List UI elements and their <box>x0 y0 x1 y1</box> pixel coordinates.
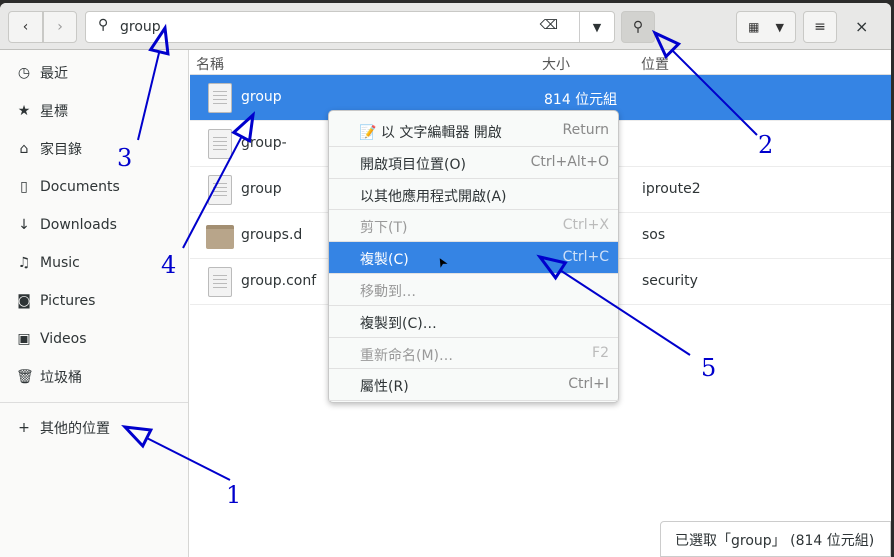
arrow-head <box>121 425 154 449</box>
annotation-arrow <box>137 51 161 141</box>
annotation-arrow <box>146 437 231 481</box>
annotation-2: 2 <box>758 131 773 159</box>
annotation-4: 4 <box>161 251 176 279</box>
annotation-3: 3 <box>117 144 132 172</box>
annotation-overlay: 1 2 3 4 5 <box>117 23 773 509</box>
arrow-head <box>536 254 568 281</box>
arrow-head <box>231 111 256 144</box>
annotation-arrow <box>671 49 758 136</box>
annotation-5: 5 <box>701 354 716 382</box>
arrow-head <box>148 23 170 56</box>
annotation-arrow <box>559 269 691 356</box>
annotation-arrow <box>182 136 243 249</box>
annotation-1: 1 <box>226 481 241 509</box>
